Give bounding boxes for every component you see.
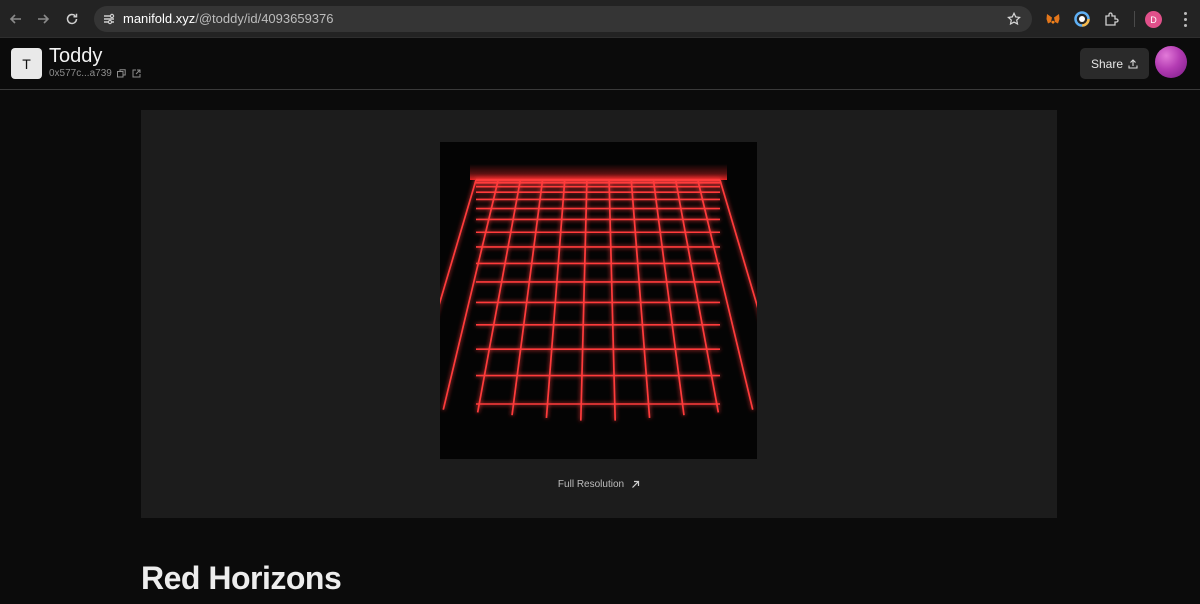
grid-line bbox=[630, 179, 651, 418]
bookmark-button[interactable] bbox=[1006, 11, 1022, 27]
forward-arrow-icon bbox=[38, 14, 50, 24]
address-bar[interactable]: manifold.xyz/@toddy/id/4093659376 bbox=[94, 6, 1032, 32]
metamask-extension-icon bbox=[1046, 14, 1060, 24]
forward-button[interactable] bbox=[33, 9, 53, 29]
grid-line bbox=[608, 179, 617, 421]
grid-line bbox=[579, 179, 588, 421]
full-resolution-link[interactable]: Full Resolution bbox=[141, 479, 1057, 490]
color-extension-icon bbox=[1074, 11, 1090, 27]
user-avatar[interactable] bbox=[1155, 46, 1187, 78]
grid-line bbox=[545, 179, 566, 418]
wallet-address: 0x577c...a739 bbox=[49, 68, 112, 79]
horizon-glow bbox=[470, 164, 727, 180]
site-info-button[interactable] bbox=[100, 10, 118, 28]
browser-toolbar: manifold.xyz/@toddy/id/4093659376 D bbox=[0, 0, 1200, 38]
url-host: manifold.xyz bbox=[123, 11, 196, 26]
share-label: Share bbox=[1090, 56, 1124, 71]
url-text: manifold.xyz/@toddy/id/4093659376 bbox=[123, 11, 334, 26]
creator-address-row: 0x577c...a739 bbox=[49, 68, 142, 79]
color-extension-button[interactable] bbox=[1073, 10, 1091, 28]
share-button[interactable]: Share bbox=[1080, 48, 1149, 79]
site-info-icon bbox=[104, 13, 115, 25]
creator-avatar[interactable]: T bbox=[11, 48, 42, 79]
grid-line bbox=[652, 179, 685, 416]
bookmark-star-icon bbox=[1007, 12, 1021, 26]
external-link-icon[interactable] bbox=[132, 69, 142, 79]
metamask-extension-button[interactable] bbox=[1044, 10, 1062, 28]
creator-name[interactable]: Toddy bbox=[49, 45, 102, 68]
media-panel: Full Resolution bbox=[141, 110, 1057, 518]
extensions-puzzle-icon bbox=[1104, 11, 1119, 26]
grid-line bbox=[476, 179, 522, 413]
url-path: /@toddy/id/4093659376 bbox=[195, 11, 334, 26]
share-upload-icon bbox=[1128, 58, 1138, 69]
reload-button[interactable] bbox=[62, 9, 82, 29]
arrow-up-right-icon bbox=[632, 480, 640, 488]
grid-line bbox=[511, 179, 544, 416]
browser-profile-button[interactable]: D bbox=[1145, 11, 1162, 28]
back-arrow-icon bbox=[9, 14, 21, 24]
reload-icon bbox=[66, 13, 78, 25]
full-resolution-label: Full Resolution bbox=[557, 479, 625, 490]
red-grid-artwork bbox=[408, 164, 788, 421]
copy-icon[interactable] bbox=[117, 69, 127, 79]
artwork-image[interactable] bbox=[408, 142, 788, 459]
artwork-title: Red Horizons bbox=[141, 560, 342, 596]
app-header: T Toddy 0x577c...a739 Share bbox=[0, 38, 1200, 90]
kebab-menu-icon[interactable] bbox=[1180, 10, 1190, 28]
toolbar-separator bbox=[1134, 11, 1135, 27]
back-button[interactable] bbox=[6, 9, 26, 29]
extensions-button[interactable] bbox=[1102, 10, 1120, 28]
grid-line bbox=[674, 179, 720, 413]
